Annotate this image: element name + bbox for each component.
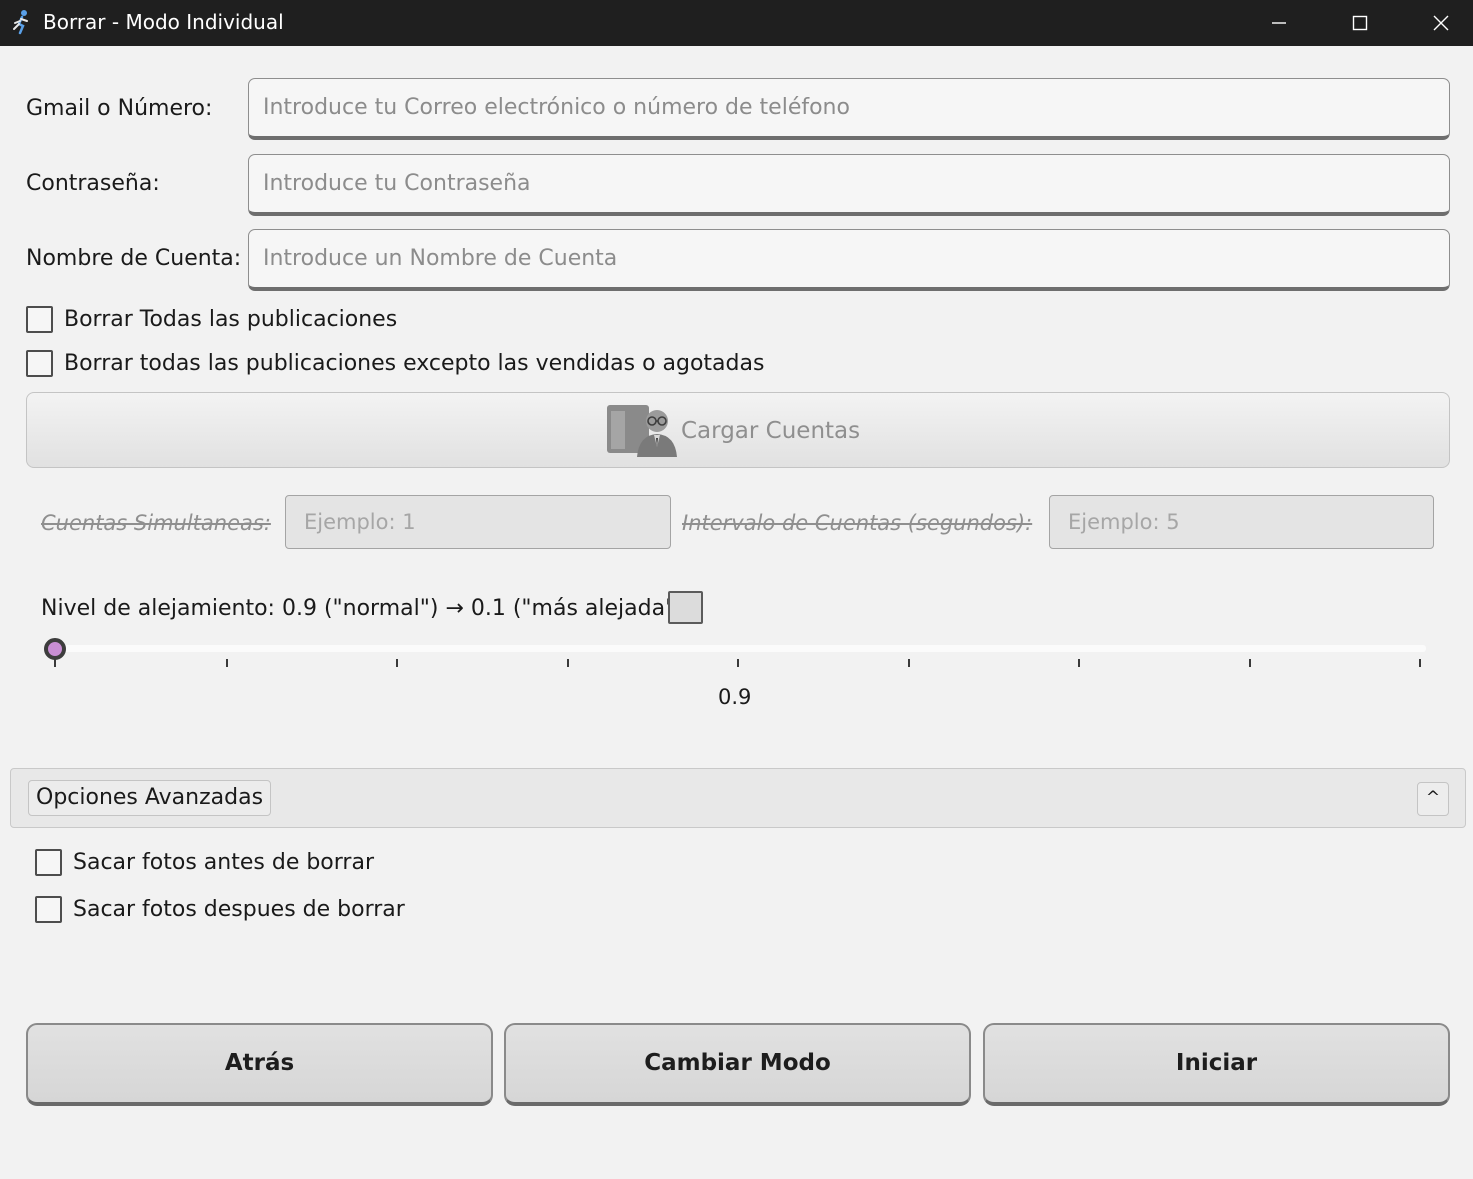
back-button[interactable]: Atrás bbox=[26, 1023, 493, 1106]
slider-tick bbox=[1249, 659, 1251, 667]
minimize-button[interactable] bbox=[1239, 0, 1319, 46]
password-field[interactable] bbox=[248, 154, 1450, 216]
zoom-slider-value: 0.9 bbox=[718, 685, 752, 709]
zoom-checkbox[interactable] bbox=[668, 591, 703, 624]
slider-tick bbox=[567, 659, 569, 667]
change-mode-button[interactable]: Cambiar Modo bbox=[504, 1023, 971, 1106]
close-icon bbox=[1433, 15, 1449, 31]
window-title: Borrar - Modo Individual bbox=[43, 10, 284, 34]
simultaneous-accounts-field[interactable] bbox=[285, 495, 671, 549]
zoom-level-label: Nivel de alejamiento: 0.9 ("normal") → 0… bbox=[41, 596, 684, 621]
email-label: Gmail o Número: bbox=[26, 96, 213, 121]
slider-tick bbox=[1419, 659, 1421, 667]
maximize-icon bbox=[1352, 15, 1368, 31]
app-runner-icon bbox=[13, 10, 28, 35]
zoom-slider-track[interactable] bbox=[52, 645, 1426, 652]
collapse-toggle-button[interactable]: ^ bbox=[1417, 782, 1449, 816]
delete-except-sold-label: Borrar todas las publicaciones excepto l… bbox=[64, 351, 765, 376]
load-accounts-label: Cargar Cuentas bbox=[681, 418, 861, 444]
account-interval-label: Intervalo de Cuentas (segundos): bbox=[682, 511, 1033, 535]
photos-after-checkbox[interactable] bbox=[35, 896, 62, 923]
slider-tick bbox=[54, 659, 56, 667]
slider-tick bbox=[1078, 659, 1080, 667]
maximize-button[interactable] bbox=[1320, 0, 1400, 46]
slider-tick bbox=[908, 659, 910, 667]
email-field[interactable] bbox=[248, 78, 1450, 140]
password-label: Contraseña: bbox=[26, 171, 160, 196]
advanced-options-title[interactable]: Opciones Avanzadas bbox=[28, 780, 272, 816]
start-button[interactable]: Iniciar bbox=[983, 1023, 1450, 1106]
advanced-options-header: Opciones Avanzadas ^ bbox=[10, 768, 1466, 828]
accounts-icon bbox=[607, 405, 677, 457]
photos-before-checkbox[interactable] bbox=[35, 849, 62, 876]
delete-all-checkbox[interactable] bbox=[26, 306, 53, 333]
account-interval-field[interactable] bbox=[1049, 495, 1434, 549]
minimize-icon bbox=[1272, 22, 1286, 24]
slider-tick bbox=[226, 659, 228, 667]
slider-tick bbox=[396, 659, 398, 667]
simultaneous-accounts-label: Cuentas Simultaneas: bbox=[41, 511, 271, 535]
delete-except-sold-checkbox[interactable] bbox=[26, 350, 53, 377]
zoom-slider-thumb[interactable] bbox=[44, 638, 66, 660]
account-name-label: Nombre de Cuenta: bbox=[26, 246, 242, 271]
photos-before-label: Sacar fotos antes de borrar bbox=[73, 850, 374, 875]
photos-after-label: Sacar fotos despues de borrar bbox=[73, 897, 405, 922]
title-bar: Borrar - Modo Individual bbox=[0, 0, 1473, 46]
slider-tick bbox=[737, 659, 739, 667]
load-accounts-button[interactable]: Cargar Cuentas bbox=[26, 392, 1450, 468]
delete-all-label: Borrar Todas las publicaciones bbox=[64, 307, 398, 332]
close-button[interactable] bbox=[1401, 0, 1473, 46]
account-name-field[interactable] bbox=[248, 229, 1450, 291]
